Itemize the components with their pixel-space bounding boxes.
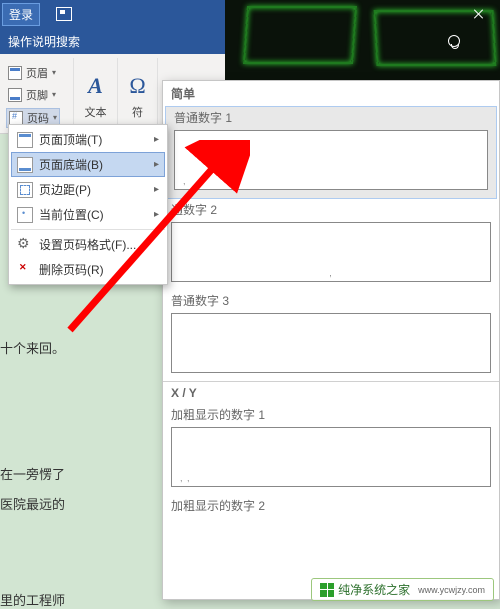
gallery-option-plain-2[interactable]: 通数字 2 ,	[163, 199, 499, 290]
option-label: 通数字 2	[171, 201, 491, 218]
page-number-menu: 页面顶端(T) ▸ 页面底端(B) ▸ 页边距(P) ▸ 当前位置(C) ▸ 设…	[8, 124, 168, 285]
gallery-option-plain-3[interactable]: 普通数字 3	[163, 290, 499, 381]
share-icon	[448, 35, 460, 47]
watermark-icon	[320, 583, 334, 597]
chevron-right-icon: ▸	[154, 134, 159, 145]
header-icon	[8, 66, 22, 80]
text-box-label: 文本	[85, 104, 107, 120]
menu-page-top[interactable]: 页面顶端(T) ▸	[11, 127, 165, 152]
option-preview	[171, 313, 491, 373]
gallery-option-bold-2[interactable]: 加粗显示的数字 2	[163, 495, 499, 526]
menu-page-bottom-label: 页面底端(B)	[39, 156, 103, 173]
close-icon	[473, 8, 485, 20]
ribbon-symbols[interactable]: Ω 符	[118, 58, 158, 133]
chevron-right-icon: ▸	[154, 159, 159, 170]
watermark-url: www.ycwjzy.com	[418, 585, 485, 595]
omega-icon: Ω	[124, 72, 152, 100]
menu-separator	[11, 229, 165, 230]
document-text: 里的工程师	[0, 590, 65, 609]
option-preview: ,	[174, 130, 488, 190]
page-number-icon	[9, 111, 23, 125]
option-label: 加粗显示的数字 2	[171, 497, 491, 514]
ribbon-text-box[interactable]: A 文本	[74, 58, 118, 133]
document-text: 医院最远的	[0, 494, 65, 513]
document-text: 十个来回。	[0, 338, 65, 357]
gallery-option-plain-1[interactable]: 普通数字 1 ,	[165, 106, 497, 199]
tell-me-search[interactable]: 操作说明搜索	[8, 33, 80, 50]
menu-page-margins-label: 页边距(P)	[39, 181, 91, 198]
menu-remove-page-numbers[interactable]: 删除页码(R)	[11, 257, 165, 282]
ribbon-group-header-footer: 页眉 ▾ 页脚 ▾ 页码 ▾	[0, 58, 74, 133]
text-box-icon: A	[82, 72, 110, 100]
ribbon-header[interactable]: 页眉 ▾	[6, 64, 58, 82]
gallery-option-bold-1[interactable]: 加粗显示的数字 1 , ,	[163, 404, 499, 495]
option-label: 加粗显示的数字 1	[171, 406, 491, 423]
login-button[interactable]: 登录	[2, 3, 40, 26]
symbols-label: 符	[132, 104, 143, 120]
menu-format-label: 设置页码格式(F)...	[39, 236, 136, 253]
footer-icon	[8, 88, 22, 102]
chevron-down-icon: ▾	[53, 113, 57, 122]
ribbon-footer-label: 页脚	[26, 87, 48, 103]
menu-page-margins[interactable]: 页边距(P) ▸	[11, 177, 165, 202]
page-margin-icon	[17, 182, 33, 198]
watermark: 纯净系统之家 www.ycwjzy.com	[311, 578, 494, 601]
option-label: 普通数字 3	[171, 292, 491, 309]
current-position-icon	[17, 207, 33, 223]
option-preview: ,	[171, 222, 491, 282]
menu-current-position[interactable]: 当前位置(C) ▸	[11, 202, 165, 227]
option-label: 普通数字 1	[174, 109, 488, 126]
page-number-gallery: 简单 普通数字 1 , 通数字 2 , 普通数字 3 X / Y 加粗显示的数字…	[162, 80, 500, 600]
ribbon-header-label: 页眉	[26, 65, 48, 81]
menu-remove-label: 删除页码(R)	[39, 261, 104, 278]
remove-icon	[17, 262, 33, 278]
gallery-section-simple: 简单	[163, 81, 499, 106]
page-top-icon	[17, 132, 33, 148]
chevron-down-icon: ▾	[52, 68, 56, 77]
chevron-right-icon: ▸	[154, 209, 159, 220]
ribbon-footer[interactable]: 页脚 ▾	[6, 86, 58, 104]
chevron-down-icon: ▾	[52, 90, 56, 99]
menu-format-page-numbers[interactable]: 设置页码格式(F)...	[11, 232, 165, 257]
document-text: 在一旁愣了	[0, 464, 65, 483]
menu-page-bottom[interactable]: 页面底端(B) ▸	[11, 152, 165, 177]
page-bottom-icon	[17, 157, 33, 173]
expand-ribbon-icon[interactable]	[56, 7, 72, 21]
gallery-section-xy: X / Y	[163, 382, 499, 404]
menu-page-top-label: 页面顶端(T)	[39, 131, 102, 148]
watermark-text: 纯净系统之家	[338, 581, 410, 598]
chevron-right-icon: ▸	[154, 184, 159, 195]
format-icon	[17, 237, 33, 253]
option-preview: , ,	[171, 427, 491, 487]
menu-current-position-label: 当前位置(C)	[39, 206, 104, 223]
